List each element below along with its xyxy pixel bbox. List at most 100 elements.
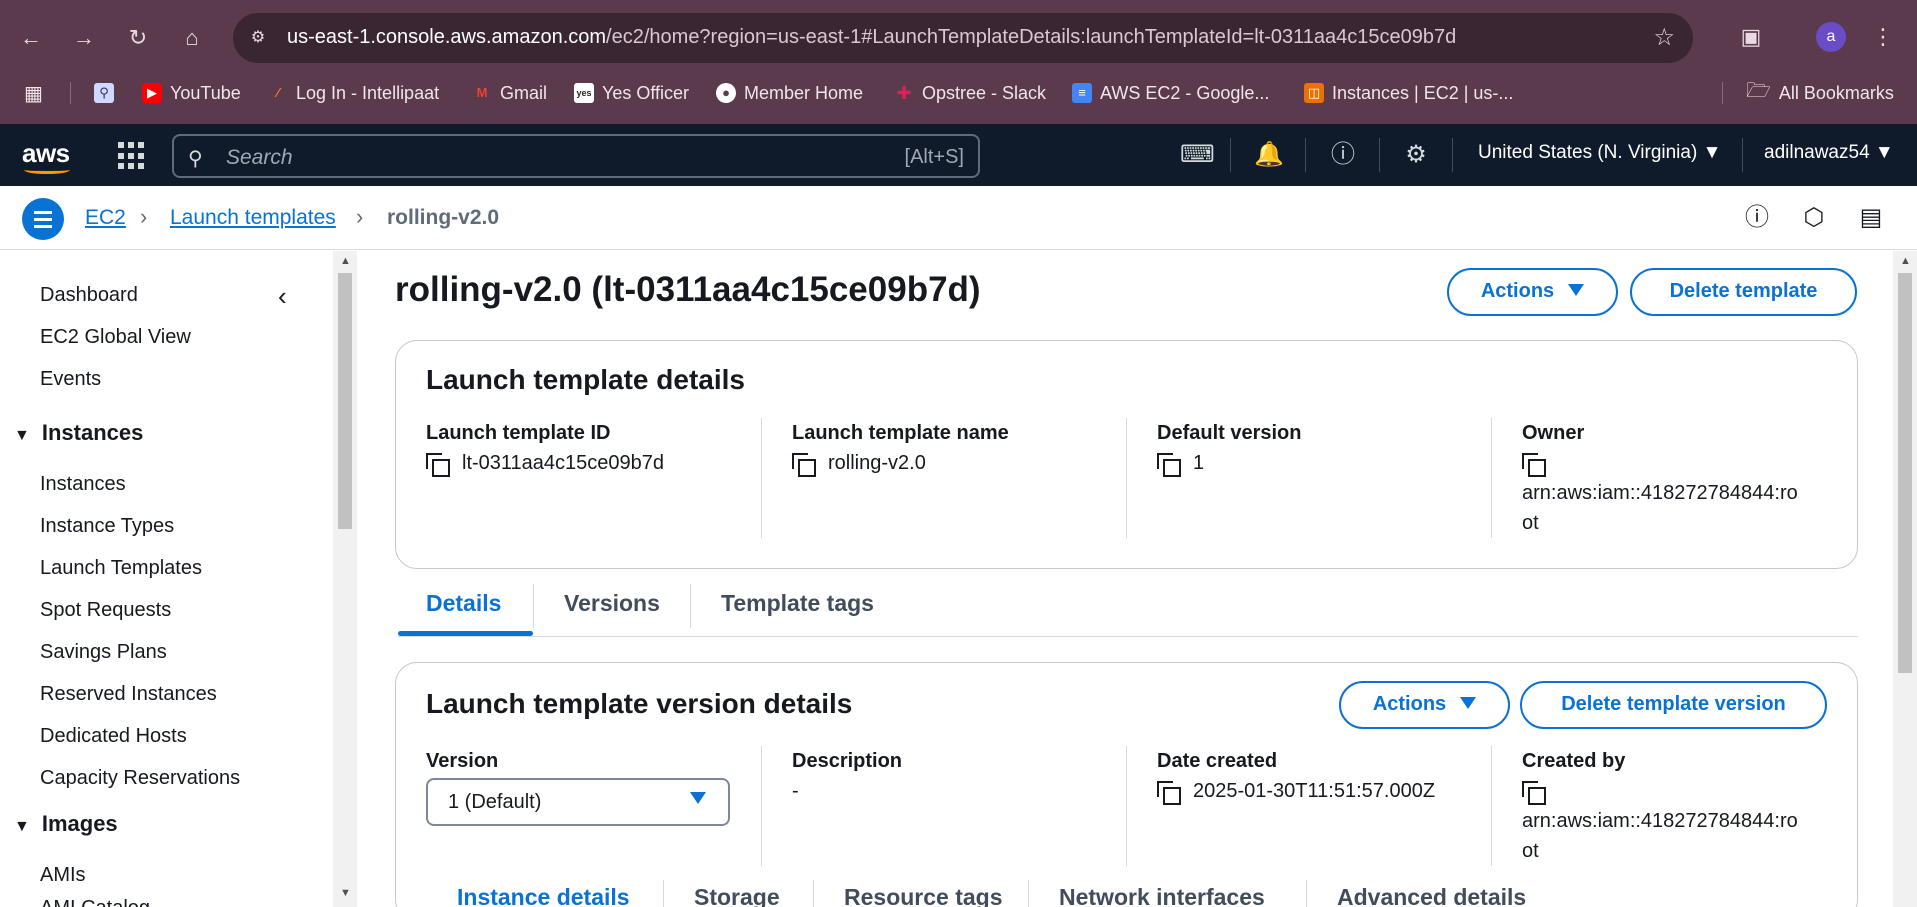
copy-icon[interactable]: [1157, 453, 1181, 477]
tab-divider: [533, 584, 534, 628]
bookmark-gmail[interactable]: M Gmail: [472, 80, 547, 106]
bookmark-label: Gmail: [500, 82, 548, 103]
copy-icon[interactable]: [1522, 781, 1546, 805]
reload-icon[interactable]: ↻: [124, 24, 152, 52]
bookmark-search-icon[interactable]: ⚲: [94, 80, 114, 106]
all-bookmarks[interactable]: 🗁 All Bookmarks: [1746, 80, 1894, 106]
subtab-network-interfaces[interactable]: Network interfaces: [1059, 884, 1265, 907]
region-selector[interactable]: United States (N. Virginia) ▼: [1478, 142, 1721, 164]
subtab-instance-details[interactable]: Instance details: [457, 884, 630, 907]
apps-grid-icon[interactable]: ▦: [24, 80, 43, 106]
breadcrumb-launch-templates[interactable]: Launch templates: [170, 206, 336, 230]
sidebar-section-images[interactable]: ▼ Images: [14, 811, 118, 837]
search-input[interactable]: ⚲ Search [Alt+S]: [172, 134, 980, 178]
delete-template-button[interactable]: Delete template: [1630, 268, 1857, 316]
sidebar-item-instance-types[interactable]: Instance Types: [40, 515, 174, 538]
sidebar-scrollbar[interactable]: ▲ ▼: [333, 251, 357, 907]
sidebar-item-ec2-global-view[interactable]: EC2 Global View: [40, 326, 191, 349]
feedback-icon[interactable]: ▤: [1855, 202, 1887, 234]
extensions-icon[interactable]: ▣: [1736, 22, 1766, 52]
subtab-storage[interactable]: Storage: [694, 884, 780, 907]
url-text[interactable]: us-east-1.console.aws.amazon.com/ec2/hom…: [287, 26, 1456, 49]
sidebar-scroll-thumb[interactable]: [338, 273, 352, 529]
sidebar-item-reserved-instances[interactable]: Reserved Instances: [40, 683, 217, 706]
details-card-title: Launch template details: [426, 364, 745, 395]
copy-icon[interactable]: [426, 453, 450, 477]
scroll-down-arrow-icon[interactable]: ▼: [340, 887, 351, 899]
chevron-right-icon: ›: [140, 204, 148, 229]
bookmark-intellipaat[interactable]: ⁄ Log In - Intellipaat: [268, 80, 439, 106]
tab-divider: [663, 880, 664, 907]
forward-arrow-icon[interactable]: →: [70, 24, 98, 52]
collapse-sidebar-chevron-icon[interactable]: ‹: [278, 281, 287, 312]
bookmark-youtube[interactable]: ▶ YouTube: [142, 80, 241, 106]
profile-avatar[interactable]: a: [1816, 22, 1846, 52]
info-icon[interactable]: ⓘ: [1741, 202, 1773, 234]
column-divider: [1126, 746, 1127, 866]
sidebar-item-instances[interactable]: Instances: [40, 473, 126, 496]
bookmark-yes-officer[interactable]: yes Yes Officer: [574, 80, 689, 106]
cloudshell-icon[interactable]: ⌨: [1180, 140, 1215, 170]
tab-versions[interactable]: Versions: [564, 590, 660, 617]
sidebar-item-events[interactable]: Events: [40, 368, 101, 391]
sidebar-item-launch-templates[interactable]: Launch Templates: [40, 557, 202, 580]
caret-down-icon: [1568, 283, 1585, 296]
notifications-bell-icon[interactable]: 🔔: [1254, 140, 1284, 170]
sidebar-item-dedicated-hosts[interactable]: Dedicated Hosts: [40, 725, 187, 748]
sidebar-item-dashboard[interactable]: Dashboard: [40, 284, 138, 307]
nav-divider: [1305, 138, 1306, 172]
actions-button[interactable]: Actions: [1447, 268, 1618, 316]
sidebar-section-instances[interactable]: ▼ Instances: [14, 420, 143, 446]
sidebar-item-savings-plans[interactable]: Savings Plans: [40, 641, 167, 664]
home-icon[interactable]: ⌂: [178, 24, 206, 52]
subtab-advanced-details[interactable]: Advanced details: [1337, 884, 1526, 907]
browser-menu-icon[interactable]: ⋮: [1872, 22, 1894, 52]
bookmark-instances-ec2[interactable]: ◫ Instances | EC2 | us-...: [1304, 80, 1513, 106]
copy-icon[interactable]: [1522, 453, 1546, 477]
account-menu[interactable]: adilnawaz54 ▼: [1764, 142, 1894, 164]
settings-gear-icon[interactable]: ⚙: [1401, 140, 1431, 170]
sidebar-item-spot-requests[interactable]: Spot Requests: [40, 599, 171, 622]
main-scrollbar[interactable]: ▲: [1893, 251, 1917, 907]
aws-logo[interactable]: aws: [22, 138, 70, 174]
sidebar-item-capacity-reservations[interactable]: Capacity Reservations: [40, 767, 240, 790]
copy-icon[interactable]: [792, 453, 816, 477]
services-grid-icon[interactable]: [118, 142, 146, 170]
version-select-value: 1 (Default): [448, 791, 542, 813]
tab-template-tags[interactable]: Template tags: [721, 590, 874, 617]
site-info-icon[interactable]: ⚙: [247, 27, 269, 49]
bookmark-opstree-slack[interactable]: ✚ Opstree - Slack: [894, 80, 1046, 106]
caret-down-icon: [1460, 696, 1477, 709]
breadcrumb-ec2[interactable]: EC2: [85, 206, 126, 230]
scroll-up-arrow-icon[interactable]: ▲: [340, 255, 351, 267]
tab-divider: [690, 584, 691, 628]
bookmark-member-home[interactable]: ● Member Home: [716, 80, 863, 106]
back-arrow-icon[interactable]: ←: [17, 24, 45, 52]
version-label: Version: [426, 750, 499, 772]
default-version-value: 1: [1193, 452, 1205, 474]
version-actions-button[interactable]: Actions: [1339, 681, 1510, 729]
bookmark-aws-ec2-google[interactable]: ≡ AWS EC2 - Google...: [1072, 80, 1269, 106]
main-scroll-thumb[interactable]: [1898, 273, 1912, 673]
bookmark-separator: [70, 82, 71, 104]
side-nav-toggle-icon[interactable]: [22, 198, 64, 240]
owner-value-line2: ot: [1522, 512, 1539, 534]
tab-divider: [813, 880, 814, 907]
breadcrumb-bar: EC2 › Launch templates › rolling-v2.0 ⓘ …: [0, 186, 1917, 250]
bookmark-label: Member Home: [744, 82, 864, 103]
tab-details[interactable]: Details: [426, 590, 501, 617]
sidebar-item-amis[interactable]: AMIs: [40, 864, 86, 887]
copy-icon[interactable]: [1157, 781, 1181, 805]
version-select[interactable]: 1 (Default): [426, 778, 730, 826]
address-bar[interactable]: ⚙ us-east-1.console.aws.amazon.com/ec2/h…: [233, 13, 1693, 63]
notifications-panel-icon[interactable]: ⬡: [1798, 202, 1830, 234]
subtab-resource-tags[interactable]: Resource tags: [844, 884, 1003, 907]
bookmark-star-icon[interactable]: ☆: [1653, 23, 1675, 52]
column-divider: [761, 746, 762, 866]
sidebar-item-ami-catalog[interactable]: AMI Catalog: [40, 897, 150, 907]
column-divider: [1491, 418, 1492, 538]
scroll-up-arrow-icon[interactable]: ▲: [1900, 255, 1911, 267]
delete-template-version-button[interactable]: Delete template version: [1520, 681, 1827, 729]
bookmark-label: YouTube: [170, 82, 241, 103]
help-icon[interactable]: ⓘ: [1328, 140, 1358, 170]
